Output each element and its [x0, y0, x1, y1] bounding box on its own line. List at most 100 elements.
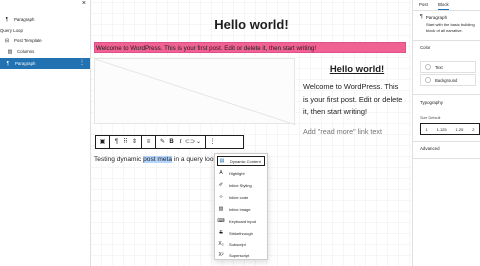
post-excerpt[interactable]: Welcome to WordPress. This is your first… [303, 81, 403, 119]
list-item-paragraph-selected[interactable]: ¶ Paragraph ⋮ [0, 58, 90, 69]
list-item-label: Query Loop [0, 28, 23, 33]
editor-canvas: Hello world! Welcome to WordPress. This … [91, 0, 412, 266]
toolbar-group-options: ⋮ [206, 136, 219, 148]
drag-handle-icon[interactable]: ⠿ [121, 136, 130, 148]
read-more-link[interactable]: Add "read more" link text [303, 127, 403, 136]
strikethrough-icon: S [219, 230, 223, 236]
block-description: Start with the basic building block of a… [426, 22, 475, 33]
menu-item-label: Keyboard input [229, 218, 256, 224]
keyboard-icon: ⌨ [217, 218, 225, 224]
toolbar-group-format: ✎ B I ⊂⊃ ⌄ [156, 136, 206, 148]
query-loop-post: Hello world! Welcome to WordPress. This … [303, 64, 403, 136]
list-item-label: Paragraph [15, 61, 36, 66]
list-item-columns[interactable]: ▥ Columns [0, 46, 90, 57]
menu-item-inline-code[interactable]: ‹› Inline code [217, 192, 265, 202]
bold-button[interactable]: B [167, 136, 176, 148]
brush-icon: ✐ [218, 182, 224, 188]
menu-item-label: Dynamic Content [230, 158, 261, 164]
database-icon: ▤ [219, 158, 225, 164]
menu-item-strikethrough[interactable]: S Strikethrough [217, 228, 265, 238]
menu-item-label: Inline Styling [229, 182, 252, 188]
paragraph-text-after: in a query loop [172, 155, 218, 163]
toolbar-group-parent: ▣ [96, 136, 110, 148]
font-size-label: Size Default [420, 116, 441, 120]
block-toolbar: ▣ ¶ ⠿ ⇕ ≡ ✎ B I ⊂⊃ ⌄ ⋮ [95, 135, 244, 149]
menu-item-label: Superscript [229, 252, 250, 258]
options-icon[interactable]: ⋮ [208, 136, 217, 148]
list-item-label: Columns [17, 49, 35, 54]
color-row-label: Text [435, 64, 443, 70]
menu-item-superscript[interactable]: X² Superscript [217, 250, 265, 260]
pen-icon[interactable]: ✎ [158, 136, 167, 148]
tab-post[interactable]: Post [419, 0, 428, 9]
columns-icon: ▥ [7, 48, 13, 55]
block-card: ¶ Paragraph Start with the basic buildin… [420, 14, 480, 33]
chevron-down-icon[interactable]: ⌄ [194, 136, 203, 148]
menu-item-label: Inline image [229, 206, 251, 212]
settings-sidebar: Post Block ¶ Paragraph Start with the ba… [412, 0, 480, 266]
menu-item-inline-image[interactable]: ▨ Inline image [217, 204, 265, 214]
menu-item-dynamic-content[interactable]: ▤ Dynamic Content [217, 156, 265, 166]
italic-button[interactable]: I [176, 136, 185, 148]
font-size-option[interactable]: 1.25 [456, 127, 464, 132]
align-left-icon[interactable]: ≡ [144, 136, 153, 148]
menu-item-subscript[interactable]: X₂ Subscript [217, 239, 265, 249]
featured-image-placeholder[interactable] [94, 58, 297, 126]
font-size-option[interactable]: 2 [472, 127, 474, 132]
menu-item-label: Subscript [229, 241, 246, 247]
divider [413, 141, 480, 142]
more-options-icon[interactable]: ⋮ [79, 58, 85, 69]
menu-item-label: Strikethrough [229, 230, 253, 236]
list-item-label: Paragraph [14, 17, 35, 22]
list-item-paragraph[interactable]: ¶ Paragraph [0, 14, 90, 25]
color-swatch-icon [425, 77, 431, 83]
template-icon: ⊟ [4, 37, 10, 44]
move-arrows-icon[interactable]: ⇕ [130, 136, 139, 148]
welcome-paragraph[interactable]: Welcome to WordPress. This is your first… [94, 42, 406, 53]
divider [413, 94, 480, 95]
selected-text: post meta [143, 155, 173, 163]
image-icon: ▨ [218, 206, 224, 212]
post-title[interactable]: Hello world! [91, 17, 412, 32]
highlight-icon: A [219, 170, 223, 176]
dynamic-paragraph[interactable]: Testing dynamic post meta in a query loo… [94, 155, 219, 163]
list-view-panel: × ¶ Paragraph Query Loop ⊟ Post Template… [0, 0, 91, 266]
color-background-row[interactable]: Background [420, 74, 476, 86]
menu-item-inline-styling[interactable]: ✐ Inline Styling [217, 180, 265, 190]
superscript-icon: X² [218, 252, 224, 258]
select-parent-icon[interactable]: ▣ [98, 136, 107, 148]
menu-item-keyboard-input[interactable]: ⌨ Keyboard input [217, 216, 265, 226]
color-swatch-icon [425, 64, 431, 70]
block-editor: × ¶ Paragraph Query Loop ⊟ Post Template… [0, 0, 480, 266]
font-size-option[interactable]: 1.125 [437, 127, 447, 132]
paragraph-icon: ¶ [5, 16, 9, 23]
placeholder-diagonal-icon [94, 58, 297, 126]
color-panel-heading[interactable]: Color [420, 45, 431, 50]
subscript-icon: X₂ [218, 241, 224, 247]
list-item-label: Post Template [14, 38, 42, 43]
sidebar-tabs: Post Block [413, 0, 480, 11]
close-icon[interactable]: × [82, 0, 86, 7]
divider [413, 158, 480, 159]
format-dropdown-menu: ▤ Dynamic Content A Highlight ✐ Inline S… [214, 153, 268, 260]
post-title-link[interactable]: Hello world! [311, 64, 403, 75]
block-name: Paragraph [425, 14, 448, 20]
paragraph-text-before: Testing dynamic [94, 155, 144, 163]
list-item-post-template[interactable]: ⊟ Post Template [0, 35, 90, 46]
advanced-panel-heading[interactable]: Advanced [420, 146, 440, 151]
tab-block[interactable]: Block [438, 0, 449, 10]
color-row-label: Background [435, 77, 458, 83]
font-size-picker: 1 1.125 1.25 2 [420, 123, 480, 135]
paragraph-icon[interactable]: ¶ [112, 136, 121, 148]
link-icon[interactable]: ⊂⊃ [185, 136, 195, 148]
font-size-option[interactable]: 1 [425, 127, 427, 132]
divider [413, 40, 480, 41]
paragraph-icon: ¶ [420, 14, 423, 20]
block-card-title: ¶ Paragraph [420, 14, 480, 20]
color-text-row[interactable]: Text [420, 61, 476, 73]
menu-item-highlight[interactable]: A Highlight [217, 168, 265, 178]
toolbar-group-block: ¶ ⠿ ⇕ [110, 136, 142, 148]
typography-panel-heading[interactable]: Typography [420, 100, 443, 105]
menu-item-label: Highlight [229, 170, 245, 176]
code-icon: ‹› [219, 194, 223, 200]
